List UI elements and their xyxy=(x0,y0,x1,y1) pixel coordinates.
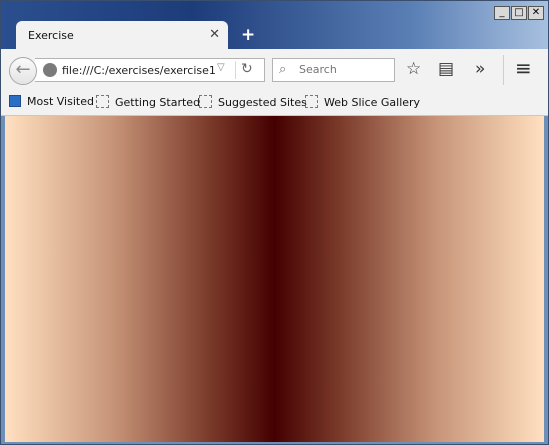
bookmark-icon xyxy=(305,95,318,108)
navigation-toolbar: file:///C:/exercises/exercise1.l ▽ ↻ ← ⌕… xyxy=(1,49,548,89)
bookmark-star-icon[interactable]: ☆ xyxy=(406,59,421,79)
search-input[interactable] xyxy=(297,62,391,77)
url-dropdown-icon[interactable]: ▽ xyxy=(217,62,225,73)
close-window-button[interactable]: ✕ xyxy=(528,6,544,20)
menu-icon[interactable]: ≡ xyxy=(515,56,532,80)
new-tab-button[interactable]: + xyxy=(241,25,255,45)
bookmark-suggested-sites[interactable]: Suggested Sites xyxy=(199,95,307,109)
most-visited-icon xyxy=(9,95,21,107)
url-divider xyxy=(235,61,236,79)
maximize-button[interactable]: □ xyxy=(511,6,527,20)
browser-window: _ □ ✕ Exercise ✕ + file:///C:/exercises/… xyxy=(0,0,549,445)
bookmark-web-slice-gallery[interactable]: Web Slice Gallery xyxy=(305,95,420,109)
tab-exercise[interactable]: Exercise ✕ xyxy=(16,21,228,50)
window-controls: _ □ ✕ xyxy=(493,6,544,20)
minimize-button[interactable]: _ xyxy=(494,6,510,20)
close-tab-icon[interactable]: ✕ xyxy=(209,27,220,42)
back-button[interactable]: ← xyxy=(9,57,37,85)
title-bar: _ □ ✕ Exercise ✕ + xyxy=(1,1,548,50)
tab-title: Exercise xyxy=(28,29,74,42)
overflow-chevron-icon[interactable]: » xyxy=(475,59,485,79)
bookmark-getting-started[interactable]: Getting Started xyxy=(96,95,200,109)
url-text[interactable]: file:///C:/exercises/exercise1.l xyxy=(62,64,217,77)
page-content-gradient xyxy=(5,116,544,442)
bookmarks-toolbar: Most Visited Getting Started Suggested S… xyxy=(1,89,548,116)
globe-icon xyxy=(43,63,57,77)
search-icon: ⌕ xyxy=(279,62,287,77)
toolbar-divider xyxy=(503,55,504,85)
search-bar[interactable]: ⌕ xyxy=(272,58,395,82)
reader-view-icon[interactable]: ▤ xyxy=(438,59,454,79)
bookmark-icon xyxy=(96,95,109,108)
bookmark-most-visited[interactable]: Most Visited xyxy=(9,95,94,108)
bookmark-icon xyxy=(199,95,212,108)
url-bar[interactable]: file:///C:/exercises/exercise1.l ▽ ↻ xyxy=(35,58,265,82)
reload-icon[interactable]: ↻ xyxy=(241,61,253,77)
